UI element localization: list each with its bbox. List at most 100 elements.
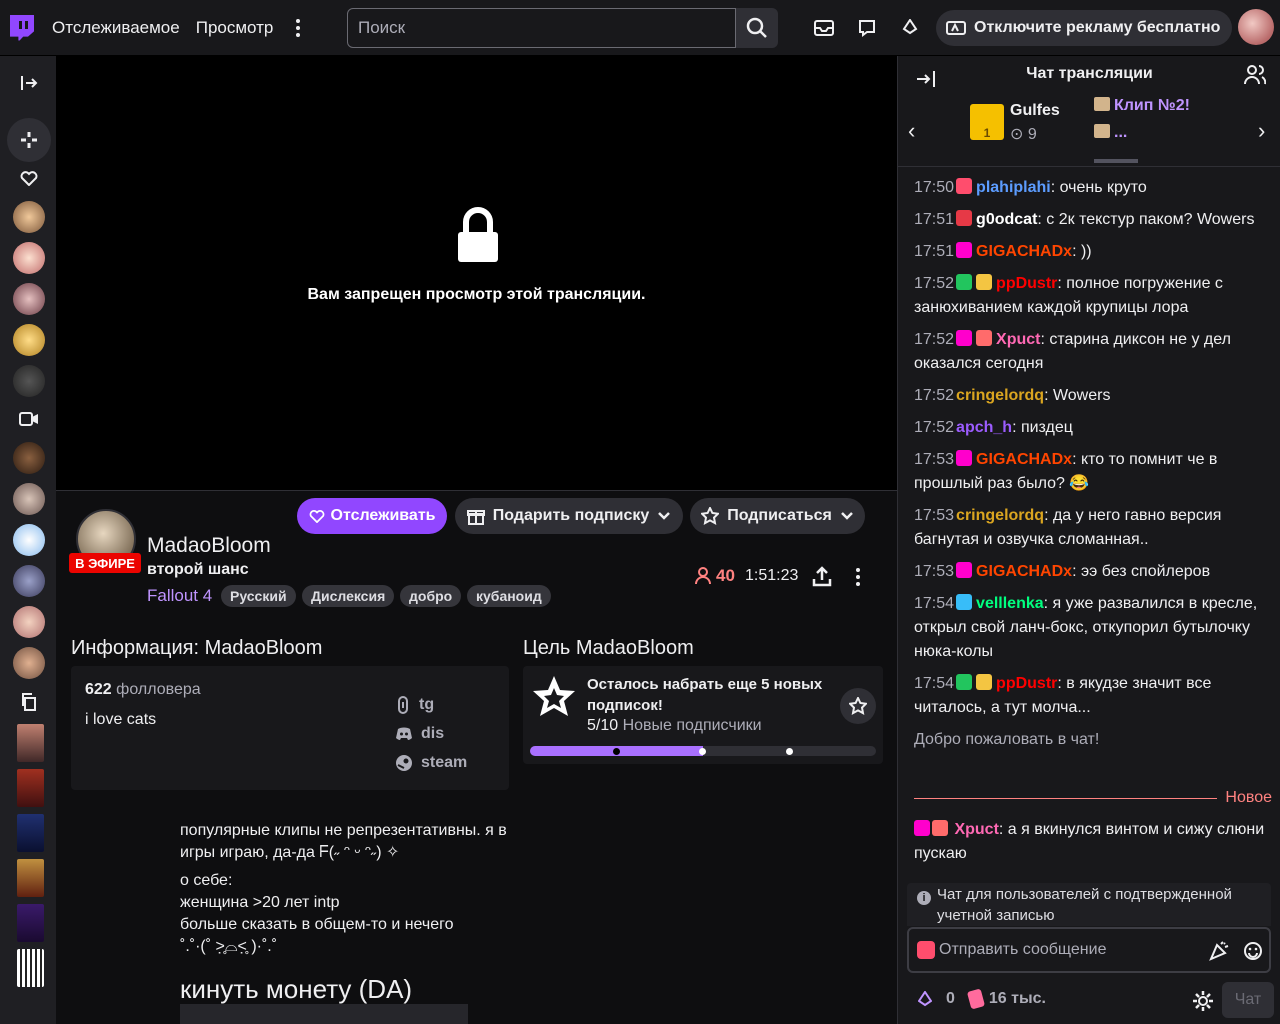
search-button[interactable]: [736, 8, 778, 48]
chat-username[interactable]: ppDustr: [996, 275, 1057, 292]
chat-message: 17:52 Xpuct: старина диксон не у дел оказ…: [914, 328, 1270, 376]
viewer-count: 40: [694, 566, 735, 586]
subscribe-button[interactable]: Подписаться: [690, 498, 865, 534]
twitch-logo-icon[interactable]: [10, 14, 34, 41]
chat-badge-icon: [932, 820, 948, 836]
chat-username[interactable]: GIGACHADx: [976, 243, 1072, 260]
send-chat-button[interactable]: Чат: [1222, 982, 1274, 1018]
subscriber-heart-icon[interactable]: [917, 941, 935, 959]
user-avatar[interactable]: [1238, 9, 1274, 45]
recommended-channel-avatar[interactable]: [13, 565, 45, 597]
recommended-channel-avatar[interactable]: [13, 442, 45, 474]
channel-name[interactable]: MadaoBloom: [147, 534, 271, 558]
description-about-title: о себе:: [180, 872, 233, 889]
ad-off-icon: [946, 21, 966, 35]
chevron-left-icon[interactable]: ‹: [908, 118, 915, 144]
category-thumbnail[interactable]: [17, 769, 44, 807]
trophy-icon: 1: [970, 104, 1004, 140]
more-options-icon[interactable]: [846, 565, 870, 589]
nav-browse[interactable]: Просмотр: [196, 18, 274, 38]
social-link-discord[interactable]: dis: [395, 725, 444, 743]
whispers-icon[interactable]: [853, 14, 881, 42]
ads-free-button[interactable]: Отключите рекламу бесплатно: [936, 10, 1232, 46]
chat-username[interactable]: ppDustr: [996, 675, 1057, 692]
goal-progress-text: 5/10 Новые подписчики: [587, 717, 762, 735]
live-badge: В ЭФИРЕ: [69, 553, 141, 573]
cheer-icon[interactable]: [1209, 941, 1229, 961]
nav-following[interactable]: Отслеживаемое: [52, 18, 180, 38]
goal-subscribe-button[interactable]: [840, 688, 876, 724]
recommended-channel-avatar[interactable]: [13, 647, 45, 679]
chat-message-text: : очень круто: [1050, 179, 1147, 196]
share-icon[interactable]: [810, 565, 834, 589]
social-link-tg[interactable]: tg: [395, 696, 434, 714]
tag-chip[interactable]: добро: [400, 585, 462, 607]
followed-channel-avatar[interactable]: [13, 201, 45, 233]
tag-chip[interactable]: Русский: [221, 585, 296, 607]
gear-icon[interactable]: [1192, 990, 1214, 1012]
search-input[interactable]: Поиск: [347, 8, 736, 48]
chat-badge-icon: [956, 178, 973, 194]
copy-icon[interactable]: [14, 687, 44, 717]
description-about-line: ˚.˚·(˚ ˃̣̣̥⌓˂̣̣̥ )·˚.˚: [180, 938, 278, 955]
chat-username[interactable]: velllenka: [976, 595, 1044, 612]
social-label: dis: [421, 725, 445, 742]
chat-username[interactable]: Xpuct: [954, 821, 998, 838]
social-label: tg: [419, 696, 435, 713]
chat-username[interactable]: GIGACHADx: [976, 451, 1072, 468]
inbox-icon[interactable]: [810, 14, 838, 42]
emote-smile-icon[interactable]: [1243, 941, 1263, 961]
chat-username[interactable]: g0odcat: [976, 211, 1037, 228]
bits-icon[interactable]: [896, 14, 924, 42]
recommended-channel-avatar[interactable]: [13, 483, 45, 515]
chat-username[interactable]: apch_h: [956, 419, 1012, 436]
divider: [56, 490, 897, 491]
category-thumbnail[interactable]: [17, 904, 44, 942]
chat-username[interactable]: cringelordq: [956, 387, 1044, 404]
followed-heart-icon[interactable]: [14, 163, 44, 193]
followed-channel-avatar[interactable]: [13, 324, 45, 356]
donate-banner-image[interactable]: [180, 1004, 468, 1024]
chat-message-text: : с 2к текстур паком? Wowers: [1037, 211, 1255, 228]
points-area[interactable]: 0 16 тыс.: [918, 988, 1046, 1010]
tag-chip[interactable]: кубаноид: [467, 585, 551, 607]
expand-sidebar-icon[interactable]: [14, 68, 44, 98]
followed-channel-avatar[interactable]: [13, 365, 45, 397]
chat-username[interactable]: cringelordq: [956, 507, 1044, 524]
video-player[interactable]: Вам запрещен просмотр этой трансляции.: [56, 56, 897, 490]
gift-icon: [466, 510, 485, 525]
recommended-channel-avatar[interactable]: [13, 524, 45, 556]
clip-item[interactable]: Клип №2!: [1094, 97, 1190, 115]
social-link-steam[interactable]: steam: [395, 754, 467, 772]
recommended-channel-avatar[interactable]: [13, 606, 45, 638]
tag-chip[interactable]: Дислексия: [302, 585, 395, 607]
star-icon: [849, 697, 867, 715]
category-thumbnail[interactable]: [17, 814, 44, 852]
community-icon[interactable]: [1244, 64, 1266, 86]
game-link[interactable]: Fallout 4: [147, 586, 212, 606]
clip-item[interactable]: ...: [1094, 124, 1127, 142]
chat-username[interactable]: GIGACHADx: [976, 563, 1072, 580]
gift-sub-button[interactable]: Подарить подписку: [455, 498, 683, 534]
chat-username[interactable]: plahiplahi: [976, 179, 1051, 196]
clip-author[interactable]: Gulfes: [1010, 102, 1060, 120]
chat-timestamp: 17:52: [914, 275, 955, 292]
recommended-icon[interactable]: [7, 118, 51, 162]
social-label: steam: [421, 754, 468, 771]
chat-badge-icon: [976, 330, 993, 346]
category-thumbnail[interactable]: [17, 859, 44, 897]
more-menu-icon[interactable]: [283, 13, 313, 43]
chat-badge-icon: [956, 210, 973, 226]
category-thumbnail[interactable]: [17, 724, 44, 762]
followed-channel-avatar[interactable]: [13, 242, 45, 274]
followed-channel-avatar[interactable]: [13, 283, 45, 315]
category-thumbnail[interactable]: [17, 949, 44, 987]
chat-input[interactable]: Отправить сообщение: [907, 927, 1271, 973]
chat-username[interactable]: Xpuct: [996, 331, 1040, 348]
video-camera-icon[interactable]: [14, 404, 44, 434]
description-line: популярные клипы не репрезентативны. я в…: [180, 822, 507, 861]
followers-label: фолловера: [116, 681, 201, 698]
chevron-right-icon[interactable]: ›: [1258, 118, 1265, 144]
chat-message-text: : Wowers: [1044, 387, 1111, 404]
follow-button[interactable]: Отслеживать: [297, 498, 447, 534]
